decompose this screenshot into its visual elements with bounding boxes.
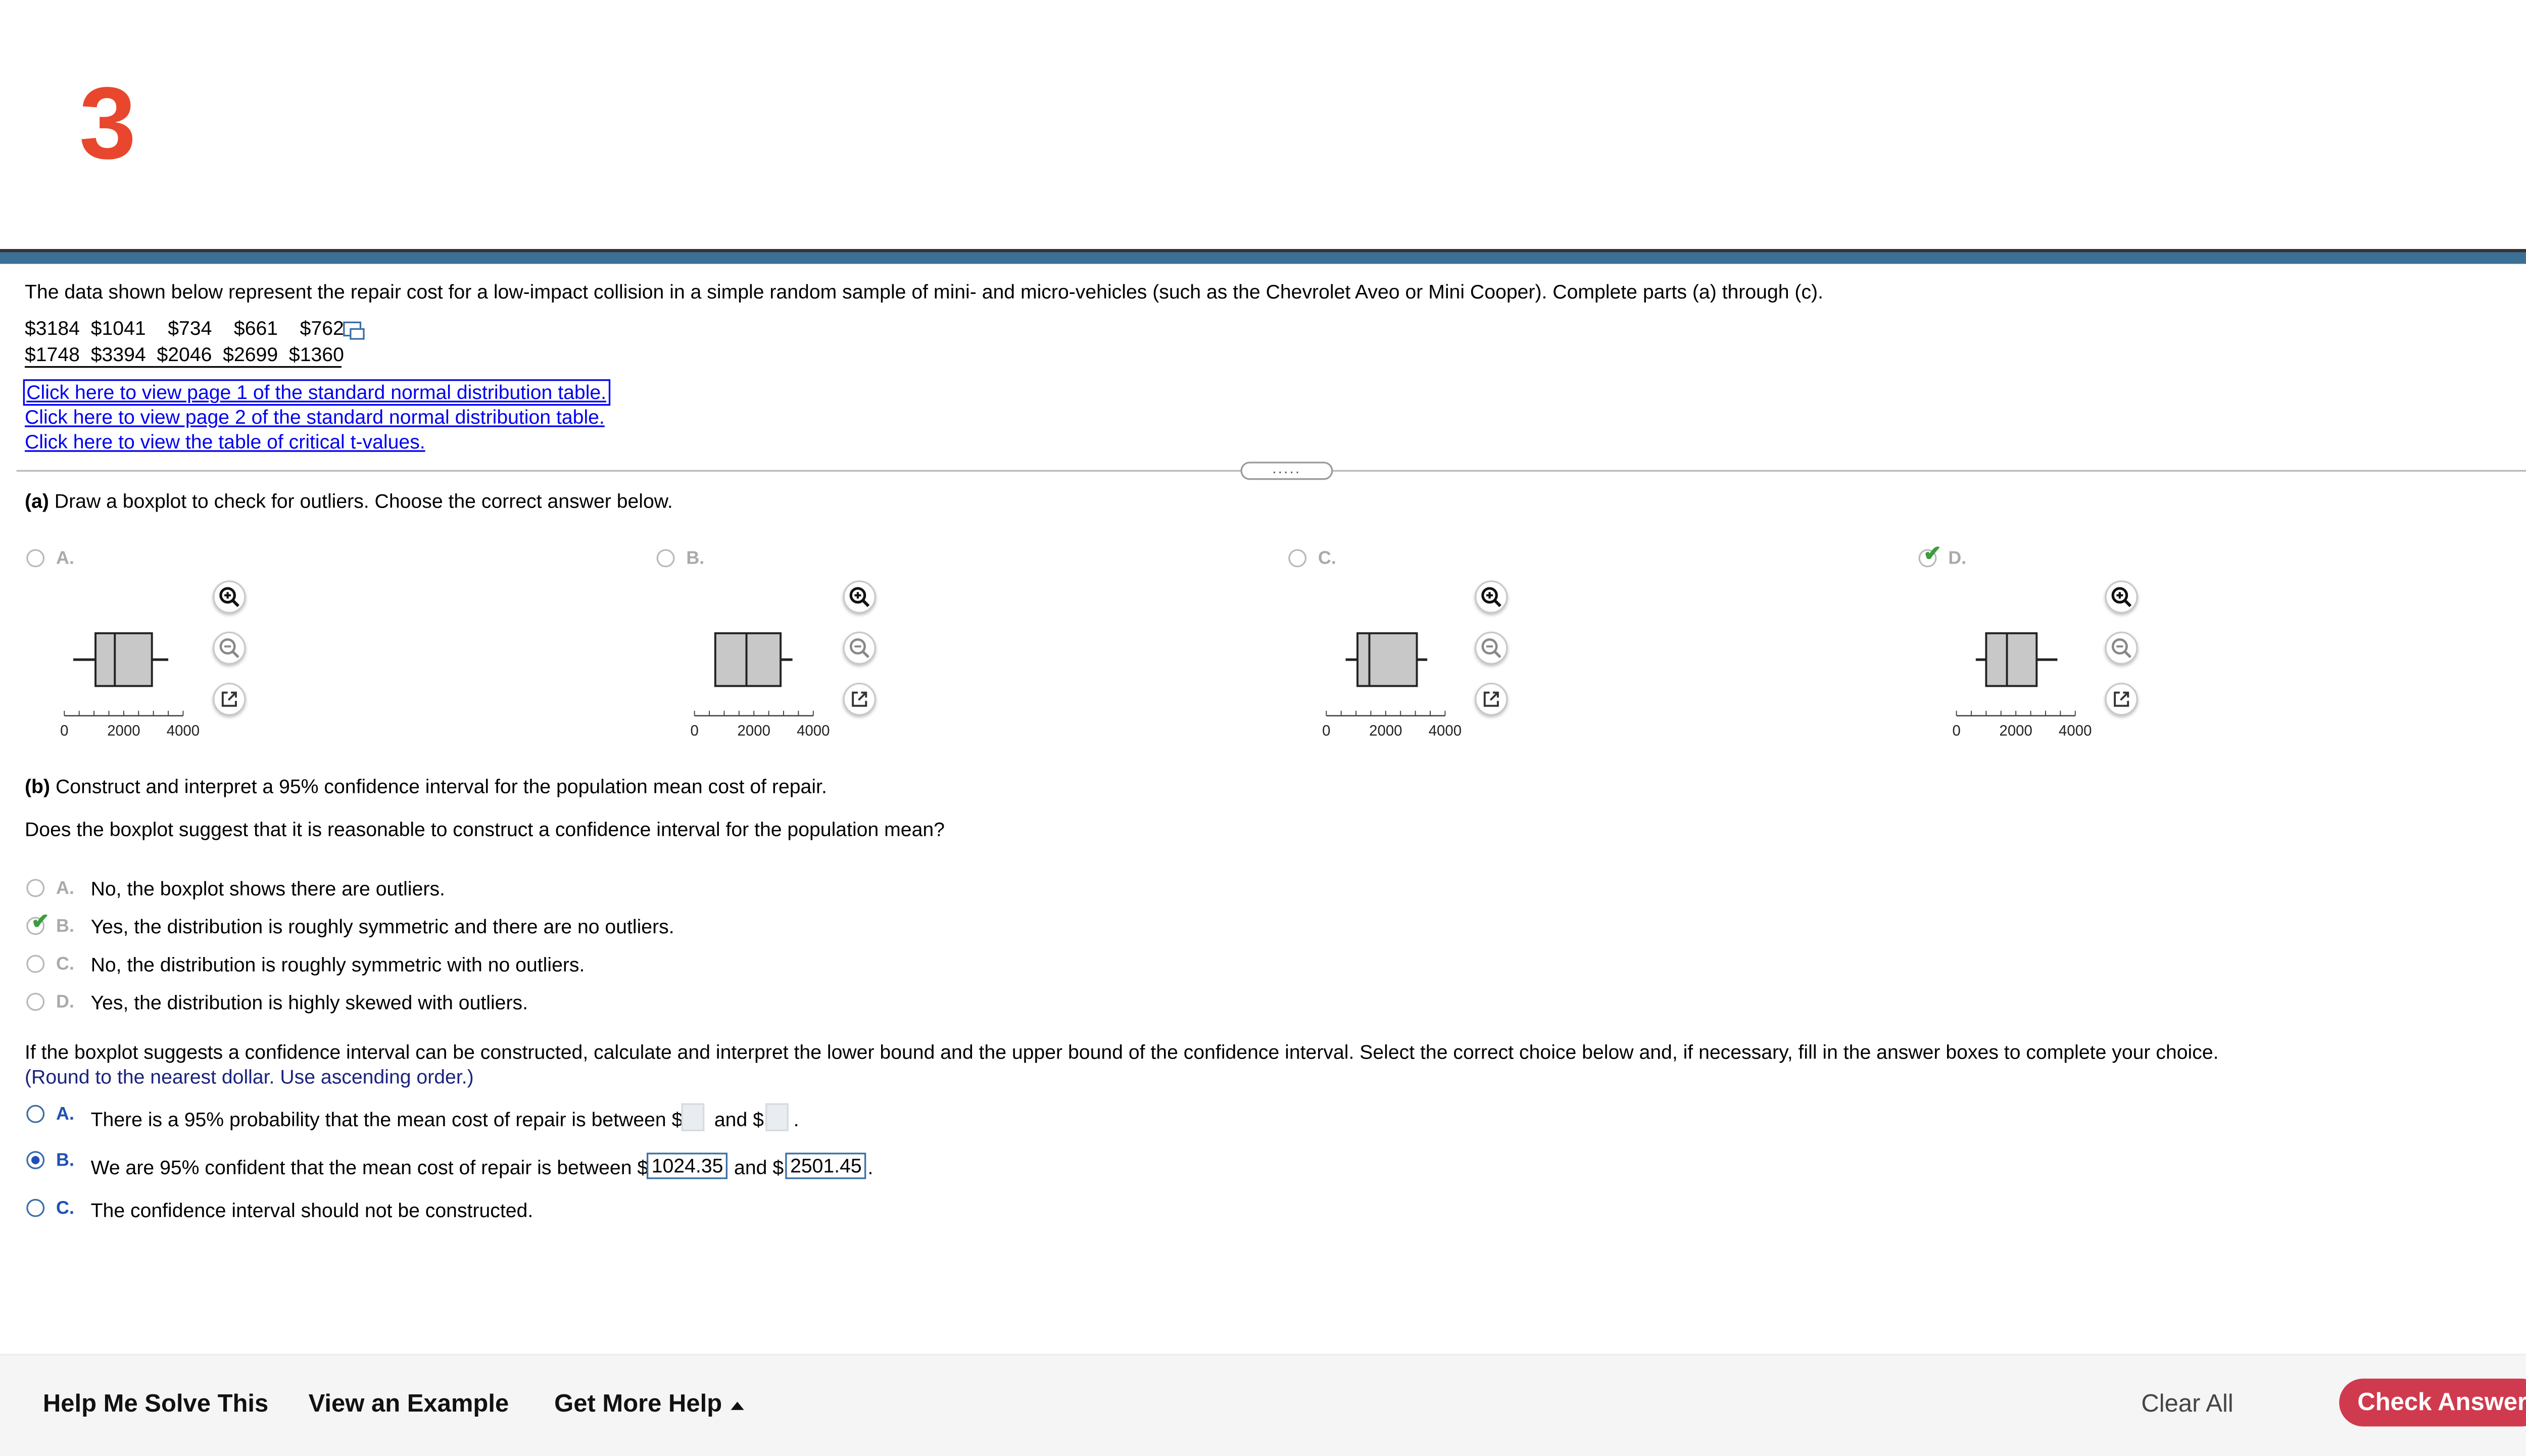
outlier-option-d-letter: D. <box>56 992 74 1013</box>
ci-choice-b-and: and $ <box>734 1156 784 1179</box>
part-a-prompt: (a) Draw a boxplot to check for outliers… <box>25 490 673 513</box>
part-a-text: Draw a boxplot to check for outliers. Ch… <box>54 489 673 513</box>
ci-choice-b-text: We are 95% confident that the mean cost … <box>90 1156 649 1179</box>
problem-intro: The data shown below represent the repai… <box>24 280 1824 304</box>
outlier-option-c-text: No, the distribution is roughly symmetri… <box>90 953 585 977</box>
correct-check-icon: ✔ <box>1923 541 1941 566</box>
boxplot-option-b-letter: B. <box>686 549 705 569</box>
ci-choice-b-period: . <box>867 1156 873 1179</box>
outlier-option-b-letter: B. <box>56 917 74 937</box>
part-b-question: Does the boxplot suggest that it is reas… <box>24 818 945 841</box>
axis-tick-label: 0 <box>60 722 68 739</box>
ci-choice-c-radio[interactable] <box>26 1198 45 1217</box>
part-b-label: (b) <box>24 775 51 798</box>
axis-tick-label: 4000 <box>797 722 830 739</box>
ci-instruction: If the boxplot suggests a confidence int… <box>24 1040 2219 1064</box>
axis-tick-label: 2000 <box>738 722 770 739</box>
ci-choice-c-letter: C. <box>56 1198 74 1219</box>
outlier-option-a-letter: A. <box>56 879 74 899</box>
ci-upper-bound-input[interactable]: 2501.45 <box>785 1152 867 1179</box>
ci-choice-a-upper-input[interactable] <box>765 1103 789 1131</box>
divider-handle[interactable]: ..... <box>1240 461 1333 480</box>
ci-choice-a-text: There is a 95% probability that the mean… <box>90 1108 683 1131</box>
iqr-box <box>714 632 782 687</box>
iqr-box <box>94 632 153 687</box>
help-me-solve-button[interactable]: Help Me Solve This <box>43 1390 268 1419</box>
zoom-out-icon[interactable] <box>1475 631 1508 665</box>
zoom-out-icon[interactable] <box>843 631 876 665</box>
outlier-option-c-letter: C. <box>56 955 74 975</box>
caret-up-icon <box>730 1400 744 1410</box>
get-more-help-button[interactable]: Get More Help <box>554 1390 744 1419</box>
boxplot-c: 0 2000 4000 <box>1322 632 1462 739</box>
rounding-hint: (Round to the nearest dollar. Use ascend… <box>24 1065 474 1089</box>
data-underline <box>24 366 342 368</box>
popout-icon[interactable] <box>1475 682 1508 716</box>
ci-lower-bound-input[interactable]: 1024.35 <box>646 1152 728 1179</box>
outlier-option-a-text: No, the boxplot shows there are outliers… <box>90 877 445 900</box>
zoom-in-icon[interactable] <box>843 580 876 614</box>
axis-tick-label: 2000 <box>1369 722 1402 739</box>
zoom-out-icon[interactable] <box>213 631 246 665</box>
boxplot-option-b-radio[interactable] <box>656 549 675 568</box>
ci-choice-b-letter: B. <box>56 1151 74 1171</box>
ci-choice-a-and: and $ <box>714 1108 764 1131</box>
axis-tick-label: 0 <box>1322 722 1330 739</box>
boxplot-a: 0 2000 4000 <box>60 632 200 739</box>
copy-data-icon[interactable] <box>343 321 365 340</box>
axis-tick-label: 2000 <box>107 722 140 739</box>
axis-tick-label: 0 <box>1952 722 1960 739</box>
zoom-in-icon[interactable] <box>1475 580 1508 614</box>
part-a-label: (a) <box>24 489 49 513</box>
clear-all-button[interactable]: Clear All <box>2141 1390 2233 1419</box>
ci-choice-a-lower-input[interactable] <box>681 1103 705 1131</box>
link-critical-t-values[interactable]: Click here to view the table of critical… <box>25 430 425 454</box>
axis-tick-label: 4000 <box>1429 722 1462 739</box>
boxplot-option-a-radio[interactable] <box>26 549 45 568</box>
iqr-box <box>1356 632 1418 687</box>
data-row-1: $3184 $1041 $734 $661 $762 <box>24 316 344 340</box>
popout-icon[interactable] <box>843 682 876 716</box>
correct-check-icon: ✔ <box>31 909 50 934</box>
zoom-in-icon[interactable] <box>2105 580 2138 614</box>
data-row-2: $1748 $3394 $2046 $2699 $1360 <box>24 343 344 366</box>
ci-choice-a-letter: A. <box>56 1104 74 1125</box>
boxplot-b: 0 2000 4000 <box>691 632 830 739</box>
popout-icon[interactable] <box>2105 682 2138 716</box>
axis-tick-label: 2000 <box>2000 722 2032 739</box>
zoom-in-icon[interactable] <box>213 580 246 614</box>
part-b-prompt: (b) Construct and interpret a 95% confid… <box>25 775 827 798</box>
boxplot-option-d-letter: D. <box>1948 549 1967 569</box>
zoom-out-icon[interactable] <box>2105 631 2138 665</box>
axis-tick-label: 4000 <box>167 722 200 739</box>
outlier-option-d-radio[interactable] <box>26 992 45 1011</box>
axis-tick-label: 0 <box>691 722 699 739</box>
outlier-option-c-radio[interactable] <box>26 955 45 973</box>
header-accent-bar <box>0 252 2526 264</box>
outlier-option-a-radio[interactable] <box>26 879 45 897</box>
iqr-box <box>1985 632 2038 687</box>
ci-choice-b-radio[interactable] <box>26 1151 45 1170</box>
axis-tick-label: 4000 <box>2059 722 2092 739</box>
link-normal-table-page-2[interactable]: Click here to view page 2 of the standar… <box>25 406 605 429</box>
outlier-option-d-text: Yes, the distribution is highly skewed w… <box>90 991 528 1015</box>
ci-choice-a-radio[interactable] <box>26 1104 45 1123</box>
boxplot-d: 0 2000 4000 <box>1952 632 2092 739</box>
view-example-button[interactable]: View an Example <box>309 1390 509 1419</box>
boxplot-option-a-letter: A. <box>56 549 74 569</box>
get-more-help-label: Get More Help <box>554 1390 722 1419</box>
question-number: 3 <box>79 67 136 182</box>
check-answer-button[interactable]: Check Answer <box>2339 1378 2526 1427</box>
boxplot-option-c-radio[interactable] <box>1288 549 1307 568</box>
part-b-text: Construct and interpret a 95% confidence… <box>55 775 827 798</box>
popout-icon[interactable] <box>213 682 246 716</box>
link-normal-table-page-1[interactable]: Click here to view page 1 of the standar… <box>23 379 610 406</box>
boxplot-option-c-letter: C. <box>1318 549 1336 569</box>
ci-choice-a-period: . <box>793 1108 799 1131</box>
ci-choice-c-text: The confidence interval should not be co… <box>90 1198 533 1222</box>
outlier-option-b-text: Yes, the distribution is roughly symmetr… <box>90 915 674 938</box>
